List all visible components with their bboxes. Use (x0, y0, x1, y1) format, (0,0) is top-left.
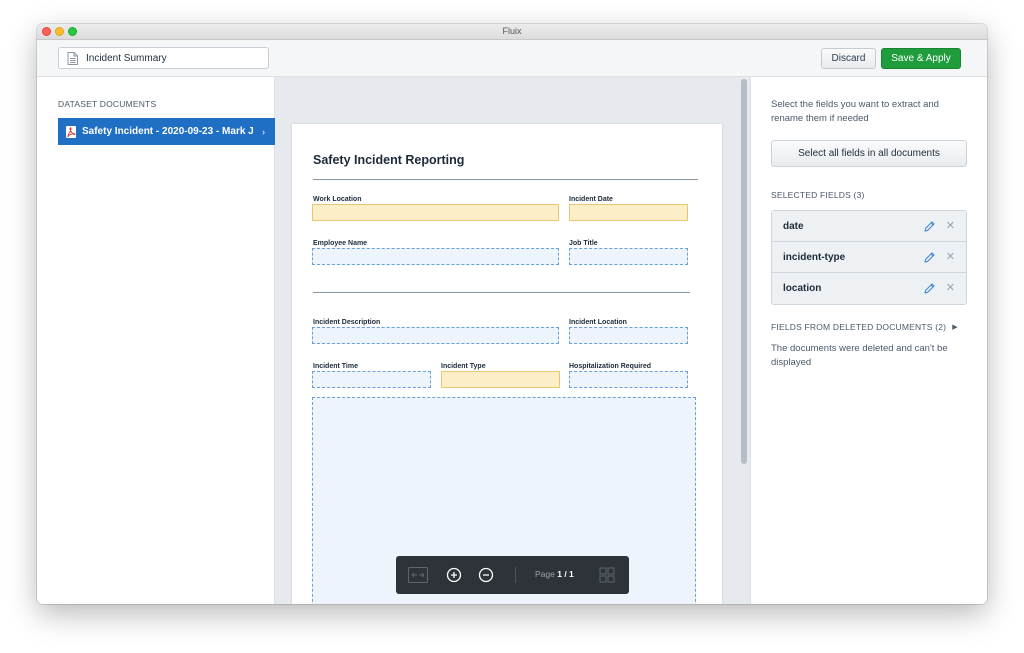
document-title-field[interactable]: Incident Summary (58, 47, 269, 69)
field-label-employee-name: Employee Name (313, 240, 368, 247)
save-apply-button[interactable]: Save & Apply (881, 48, 961, 69)
dataset-documents-heading: DATASET DOCUMENTS (58, 99, 157, 109)
viewer-scrollbar[interactable] (741, 79, 747, 464)
document-icon (67, 51, 78, 65)
page-indicator: Page 1 / 1 (535, 569, 574, 579)
document-list-item-label: Safety Incident - 2020-09-23 - Mark J... (82, 126, 254, 137)
app-window: Fluix Incident Summary Discard Save & Ap… (37, 24, 987, 604)
field-label-incident-location: Incident Location (569, 319, 627, 326)
field-box-incident-type[interactable] (441, 371, 560, 388)
section-divider (313, 292, 690, 293)
field-label-incident-type: Incident Type (441, 363, 486, 370)
selected-field-row[interactable]: date ✕ (772, 211, 966, 242)
page-indicator-prefix: Page (535, 569, 555, 579)
selected-field-name: incident-type (783, 251, 846, 263)
selected-fields-list: date ✕ incident-type ✕ location ✕ (771, 210, 967, 305)
expand-triangle-icon: ▶ (952, 324, 958, 331)
field-label-hospitalization-required: Hospitalization Required (569, 363, 652, 370)
field-label-incident-time: Incident Time (313, 363, 358, 370)
field-box-incident-description[interactable] (312, 327, 559, 344)
field-box-incident-location[interactable] (569, 327, 688, 344)
chevron-right-icon: › (262, 126, 265, 137)
deleted-fields-heading: FIELDS FROM DELETED DOCUMENTS (2) (771, 322, 947, 332)
field-selection-panel: Select the fields you want to extract an… (750, 77, 987, 604)
zoom-in-icon[interactable] (446, 567, 462, 583)
field-label-incident-date: Incident Date (569, 196, 613, 203)
pdf-toolbar: Page 1 / 1 (396, 556, 629, 594)
edit-pencil-icon[interactable] (923, 251, 936, 264)
discard-button[interactable]: Discard (821, 48, 876, 69)
page-title: Safety Incident Reporting (313, 153, 465, 167)
selected-field-name: date (783, 220, 804, 232)
top-toolbar: Incident Summary Discard Save & Apply (37, 40, 987, 77)
field-label-job-title: Job Title (569, 240, 598, 247)
zoom-out-icon[interactable] (478, 567, 494, 583)
field-box-job-title[interactable] (569, 248, 688, 265)
selected-fields-heading: SELECTED FIELDS (3) (771, 190, 865, 200)
document-title-text: Incident Summary (86, 52, 167, 64)
field-box-employee-name[interactable] (312, 248, 559, 265)
selected-field-row[interactable]: location ✕ (772, 273, 966, 304)
toolbar-separator (515, 567, 516, 583)
edit-pencil-icon[interactable] (923, 220, 936, 233)
window-title: Fluix (502, 26, 522, 36)
field-label-incident-description: Incident Description (313, 319, 381, 326)
field-box-incident-date[interactable] (569, 204, 688, 221)
fit-width-icon[interactable] (408, 567, 428, 583)
edit-pencil-icon[interactable] (923, 282, 936, 295)
remove-field-icon[interactable]: ✕ (946, 219, 955, 232)
document-list-item[interactable]: Safety Incident - 2020-09-23 - Mark J...… (58, 118, 275, 145)
field-box-hospitalization-required[interactable] (569, 371, 688, 388)
selected-field-name: location (783, 283, 822, 294)
pdf-page: Safety Incident Reporting Work Location … (292, 124, 722, 604)
deleted-fields-toggle[interactable]: FIELDS FROM DELETED DOCUMENTS (2) ▶ (771, 322, 958, 332)
pdf-icon (66, 125, 76, 138)
document-viewer[interactable]: Safety Incident Reporting Work Location … (275, 77, 750, 604)
selected-field-row[interactable]: incident-type ✕ (772, 242, 966, 273)
field-box-work-location[interactable] (312, 204, 559, 221)
page-indicator-value: 1 / 1 (557, 569, 574, 579)
help-text: Select the fields you want to extract an… (771, 99, 939, 124)
field-label-work-location: Work Location (313, 196, 362, 203)
field-box-incident-time[interactable] (312, 371, 431, 388)
title-divider (313, 179, 698, 180)
remove-field-icon[interactable]: ✕ (946, 281, 955, 294)
dataset-documents-panel: DATASET DOCUMENTS Safety Incident - 2020… (37, 77, 275, 604)
title-bar: Fluix (37, 24, 987, 40)
deleted-documents-note: The documents were deleted and can't be … (771, 343, 948, 368)
remove-field-icon[interactable]: ✕ (946, 250, 955, 263)
thumbnails-icon[interactable] (599, 567, 615, 583)
select-all-fields-button[interactable]: Select all fields in all documents (771, 140, 967, 167)
